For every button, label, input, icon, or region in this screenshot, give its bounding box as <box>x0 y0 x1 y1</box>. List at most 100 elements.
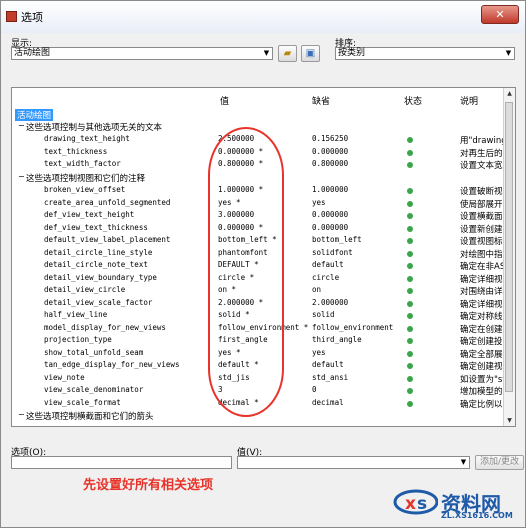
status-dot-icon <box>407 350 413 357</box>
annotation-text: 先设置好所有相关选项 <box>83 478 214 493</box>
option-default: 1.000000 <box>312 185 349 194</box>
window-title: 选项 <box>21 11 43 24</box>
option-default: solid <box>312 310 335 319</box>
sort-value: 按类别 <box>338 48 366 58</box>
status-dot-icon <box>407 149 413 156</box>
option-default: decimal <box>312 397 344 407</box>
option-default: 0.156250 <box>312 134 349 143</box>
option-name: broken_view_offset <box>44 185 126 194</box>
option-default: bottom_left <box>312 235 362 244</box>
svg-text:x: x <box>405 494 416 514</box>
scroll-thumb[interactable] <box>505 102 513 392</box>
option-name: projection_type <box>44 335 112 344</box>
option-default: on <box>312 285 322 294</box>
options-dialog: 选项 ✕ 显示: 活动绘图 ▼ ▰ ▣ 排序: 按类别 ▼ 值 缺省 状态 说明… <box>0 0 526 528</box>
vertical-scrollbar[interactable]: ▲ ▼ <box>503 88 515 426</box>
status-dot-icon <box>407 338 413 344</box>
display-value: 活动绘图 <box>14 48 51 58</box>
value-input[interactable]: ▼ <box>237 456 470 469</box>
collapse-icon[interactable]: − <box>18 172 25 181</box>
tree-root-row[interactable]: 活动绘图 <box>12 108 506 121</box>
title-bar: 选项 ✕ <box>1 1 525 33</box>
option-name: view_scale_denominator <box>44 385 144 394</box>
group-label: 这些选项控制与其他选项无关的文本 <box>26 123 163 133</box>
status-dot-icon <box>407 400 413 407</box>
status-dot-icon <box>407 363 413 369</box>
status-dot-icon <box>407 275 413 282</box>
option-name: show_total_unfold_seam <box>44 347 144 357</box>
status-dot-icon <box>407 288 413 294</box>
option-name: detail_circle_note_text <box>44 260 148 269</box>
status-dot-icon <box>407 325 413 332</box>
status-dot-icon <box>407 137 413 143</box>
app-icon <box>6 11 17 22</box>
option-default: follow_environment <box>312 322 394 332</box>
option-default: 0.800000 <box>312 159 349 168</box>
scroll-down-icon[interactable]: ▼ <box>504 415 515 426</box>
chevron-down-icon: ▼ <box>505 49 512 57</box>
option-default: 0.000000 <box>312 210 349 219</box>
status-dot-icon <box>407 313 413 319</box>
display-select[interactable]: 活动绘图 ▼ <box>11 47 273 60</box>
add-change-button[interactable]: 添加/更改 <box>475 455 524 470</box>
option-default: solidfont <box>312 247 353 257</box>
option-name: text_thickness <box>44 146 108 156</box>
option-name: create_area_unfold_segmented <box>44 197 171 207</box>
watermark-logo: x s <box>393 489 438 515</box>
group-label: 这些选项控制视图和它们的注释 <box>26 174 146 184</box>
column-default-header[interactable]: 缺省 <box>312 94 330 107</box>
option-default: third_angle <box>312 335 362 344</box>
chevron-down-icon: ▼ <box>460 458 467 466</box>
scroll-up-icon[interactable]: ▲ <box>504 88 515 99</box>
sort-select[interactable]: 按类别 ▼ <box>335 47 515 60</box>
option-name: detail_view_circle <box>44 285 126 294</box>
option-default: 0.000000 <box>312 222 349 232</box>
status-dot-icon <box>407 250 413 257</box>
option-name: detail_circle_line_style <box>44 247 153 257</box>
column-value-header[interactable]: 值 <box>220 94 229 107</box>
column-status-header[interactable]: 状态 <box>404 94 422 107</box>
save-icon[interactable]: ▣ <box>301 45 320 62</box>
status-dot-icon <box>407 188 413 194</box>
option-input[interactable] <box>11 456 232 469</box>
option-default: default <box>312 260 344 269</box>
option-default: 0.000000 <box>312 146 349 156</box>
status-dot-icon <box>407 162 413 168</box>
status-dot-icon <box>407 263 413 269</box>
option-name: def_view_text_height <box>44 210 135 219</box>
option-default: circle <box>312 272 340 282</box>
collapse-icon[interactable]: − <box>18 410 25 419</box>
option-name: detail_view_scale_factor <box>44 297 153 307</box>
status-dot-icon <box>407 200 413 207</box>
option-name: half_view_line <box>44 310 108 319</box>
option-name: text_width_factor <box>44 159 121 168</box>
status-dot-icon <box>407 300 413 307</box>
column-description-header[interactable]: 说明 <box>460 94 478 107</box>
option-name: detail_view_boundary_type <box>44 272 157 282</box>
option-default: default <box>312 360 344 369</box>
option-default: std_ansi <box>312 372 349 382</box>
svg-text:s: s <box>417 494 427 514</box>
status-dot-icon <box>407 388 413 394</box>
status-dot-icon <box>407 213 413 219</box>
status-dot-icon <box>407 225 413 232</box>
collapse-icon[interactable]: − <box>18 121 25 130</box>
option-name: def_view_text_thickness <box>44 222 148 232</box>
status-dot-icon <box>407 375 413 382</box>
option-name: model_display_for_new_views <box>44 322 166 332</box>
watermark-url: ZL.XS1616.COM <box>441 511 513 520</box>
option-name: drawing_text_height <box>44 134 130 143</box>
option-name: default_view_label_placement <box>44 235 171 244</box>
group-label: 这些选项控制横截面和它们的箭头 <box>26 412 154 422</box>
highlight-oval <box>208 127 284 417</box>
option-default: yes <box>312 197 326 207</box>
status-dot-icon <box>407 238 413 244</box>
open-folder-icon[interactable]: ▰ <box>278 45 297 62</box>
chevron-down-icon: ▼ <box>263 49 270 57</box>
option-name: view_scale_format <box>44 397 121 407</box>
close-button[interactable]: ✕ <box>481 5 519 24</box>
option-default: yes <box>312 347 326 357</box>
option-default: 0 <box>312 385 317 394</box>
option-default: 2.000000 <box>312 297 349 307</box>
option-name: view_note <box>44 372 85 382</box>
